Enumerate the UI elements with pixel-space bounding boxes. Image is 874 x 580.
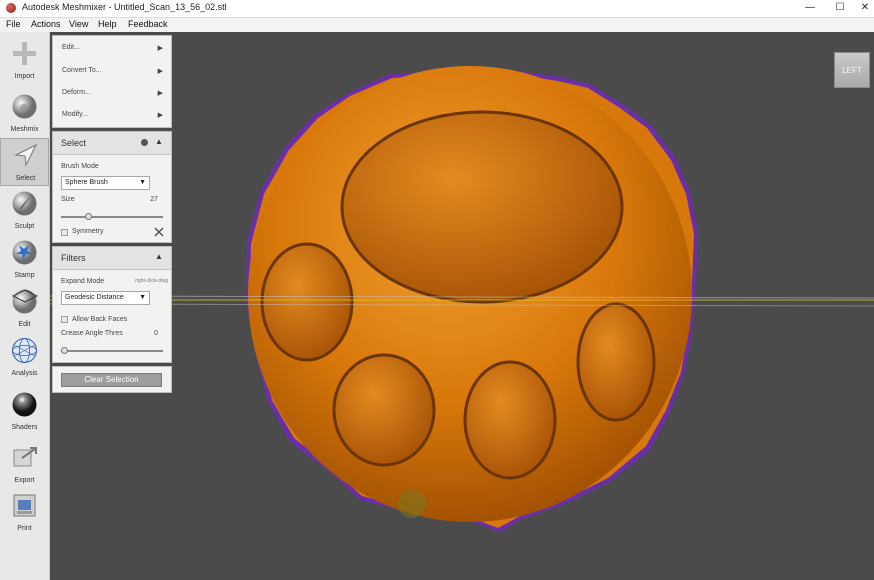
expand-mode-hint: right-click-drag xyxy=(135,278,168,284)
tool-label: Stamp xyxy=(14,272,35,279)
wireframe-sphere-icon xyxy=(12,338,37,363)
filters-panel-header[interactable]: Filters ▲ xyxy=(53,247,171,270)
tool-label: Shaders xyxy=(11,424,38,431)
tool-shaders[interactable]: Shaders xyxy=(0,388,49,436)
clear-selection-button[interactable]: Clear Selection xyxy=(61,373,162,387)
left-toolbar: Import Meshmix Select Sculpt Stamp Edit … xyxy=(0,32,50,580)
tool-stamp[interactable]: Stamp xyxy=(0,236,49,284)
brush-sphere-icon xyxy=(12,191,37,216)
tool-import[interactable]: Import xyxy=(0,37,49,85)
mesh-toe-left xyxy=(260,242,354,362)
tool-select[interactable]: Select xyxy=(0,138,49,186)
menu-feedback[interactable]: Feedback xyxy=(128,19,168,29)
symmetry-checkbox[interactable] xyxy=(61,229,68,236)
menu-bar: File Actions View Help Feedback xyxy=(0,18,874,32)
size-slider[interactable] xyxy=(61,216,163,218)
tool-label: Export xyxy=(14,477,35,484)
tool-label: Import xyxy=(14,73,35,80)
mesh-toe-bottom-right xyxy=(463,360,557,480)
submenu-arrow-icon: ▶ xyxy=(157,90,163,97)
export-icon xyxy=(13,447,37,467)
collapse-icon[interactable]: ▲ xyxy=(155,137,163,146)
tool-analysis[interactable]: Analysis xyxy=(0,334,49,382)
stamp-sphere-icon xyxy=(12,240,37,265)
chevron-down-icon: ▼ xyxy=(139,294,146,301)
tool-label: Select xyxy=(15,175,36,182)
select-panel: Select ▲ Brush Mode Sphere Brush ▼ Size … xyxy=(52,131,172,243)
tool-print[interactable]: Print xyxy=(0,489,49,537)
submenu-arrow-icon: ▶ xyxy=(157,68,163,75)
tool-label: Meshmix xyxy=(10,126,39,133)
chevron-down-icon: ▼ xyxy=(139,179,146,186)
mesh-toe-bottom-left xyxy=(332,353,436,467)
tool-export[interactable]: Export xyxy=(0,441,49,489)
mesh-central-pad xyxy=(340,110,624,304)
select-panel-header[interactable]: Select ▲ xyxy=(53,132,171,155)
shader-ball-icon xyxy=(12,392,37,417)
symmetry-tool-icon[interactable] xyxy=(154,227,164,237)
window-title: Autodesk Meshmixer - Untitled_Scan_13_56… xyxy=(22,2,227,12)
brush-cursor xyxy=(398,490,426,518)
crease-angle-value: 0 xyxy=(154,330,158,337)
mesh-toe-right xyxy=(576,302,656,422)
crease-angle-slider[interactable] xyxy=(61,350,163,352)
plus-icon xyxy=(13,42,36,65)
tool-edit[interactable]: Edit xyxy=(0,285,49,333)
menu-file[interactable]: File xyxy=(6,19,21,29)
allow-back-faces-checkbox[interactable] xyxy=(61,316,68,323)
tool-sculpt[interactable]: Sculpt xyxy=(0,187,49,235)
settings-dot-icon[interactable] xyxy=(141,139,148,146)
size-value: 27 xyxy=(150,196,158,203)
tool-label: Sculpt xyxy=(14,223,35,230)
select-panel-title: Select xyxy=(61,138,87,148)
meshmixer-logo-icon xyxy=(6,3,16,13)
crease-angle-slider-knob[interactable] xyxy=(61,347,68,354)
menu-view[interactable]: View xyxy=(69,19,88,29)
edit-sphere-icon xyxy=(11,289,38,314)
actions-panel: Edit... ▶ Convert To... ▶ Deform... ▶ Mo… xyxy=(52,35,172,128)
arrow-cursor-icon xyxy=(14,143,38,167)
submenu-arrow-icon: ▶ xyxy=(157,112,163,119)
filters-panel: Filters ▲ Expand Mode right-click-drag G… xyxy=(52,246,172,363)
menu-actions[interactable]: Actions xyxy=(31,19,61,29)
tool-label: Edit xyxy=(18,321,31,328)
sphere-mix-icon xyxy=(12,94,37,119)
mesh-render[interactable] xyxy=(50,32,874,580)
tool-label: Print xyxy=(17,525,32,532)
filters-panel-title: Filters xyxy=(61,253,86,263)
view-cube[interactable]: LEFT xyxy=(834,52,870,88)
close-button[interactable]: ✕ xyxy=(850,0,874,17)
expand-mode-dropdown[interactable]: Geodesic Distance ▼ xyxy=(61,291,150,305)
collapse-icon[interactable]: ▲ xyxy=(155,252,163,261)
tool-meshmix[interactable]: Meshmix xyxy=(0,90,49,138)
submenu-arrow-icon: ▶ xyxy=(157,45,163,52)
minimize-button[interactable]: — xyxy=(795,0,825,17)
menu-help[interactable]: Help xyxy=(98,19,117,29)
size-slider-knob[interactable] xyxy=(85,213,93,220)
title-bar: Autodesk Meshmixer - Untitled_Scan_13_56… xyxy=(0,0,874,18)
tool-label: Analysis xyxy=(11,370,38,377)
printer-icon xyxy=(13,494,36,517)
clear-selection-panel: Clear Selection xyxy=(52,366,172,393)
3d-viewport[interactable] xyxy=(50,32,874,580)
brush-mode-dropdown[interactable]: Sphere Brush ▼ xyxy=(61,176,150,190)
